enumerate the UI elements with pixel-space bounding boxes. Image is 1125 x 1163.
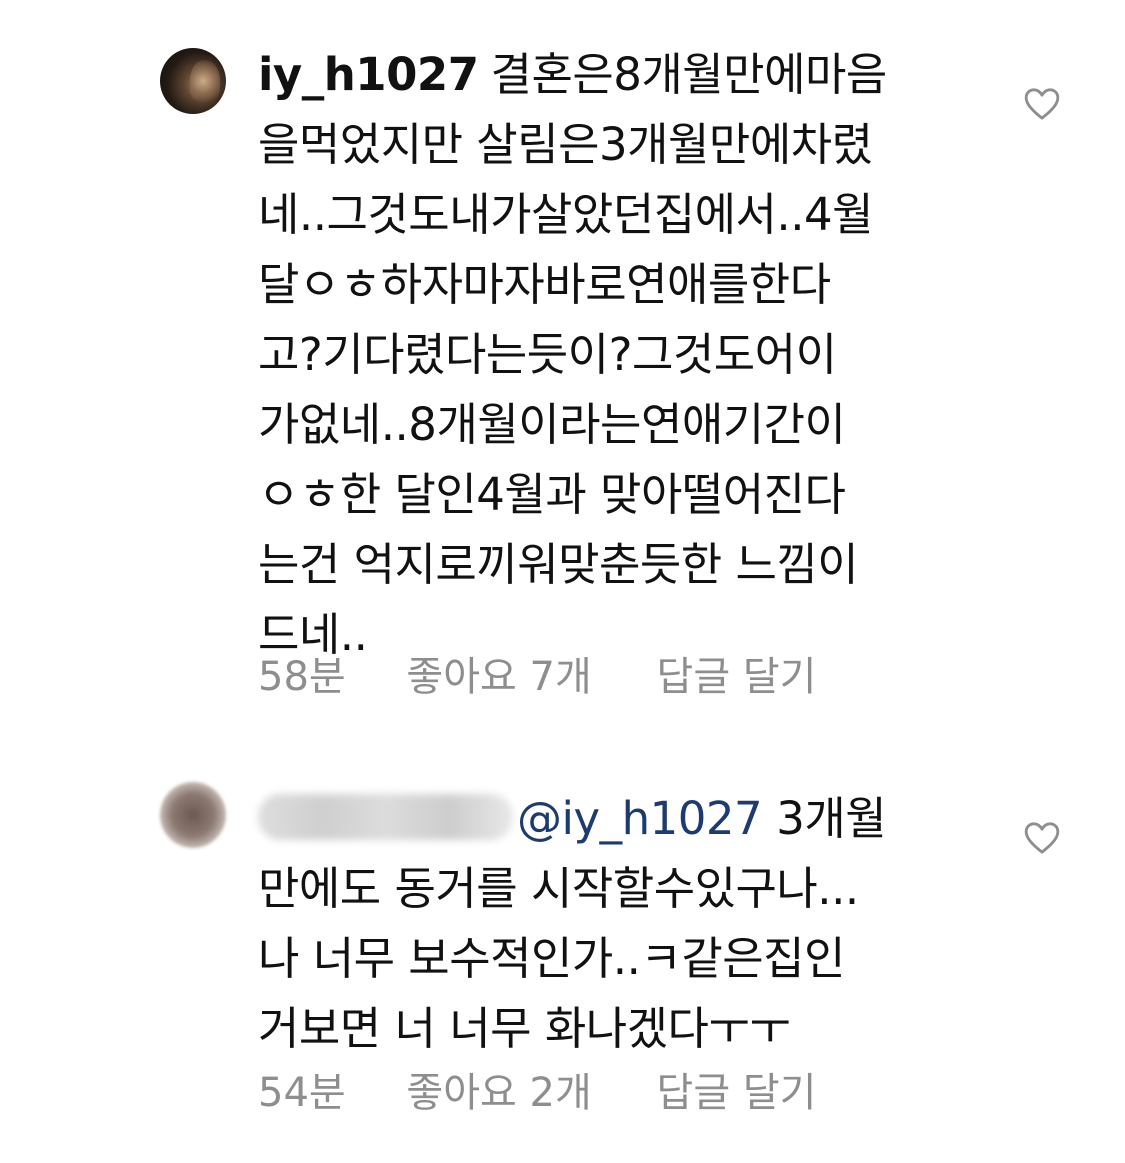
comment-body: @iy_h1027 3개월 만에도 동거를 시작할수있구나... 나 너무 보수적… — [258, 784, 958, 1064]
likes-count-link[interactable]: 좋아요 7개 — [406, 644, 591, 702]
heart-outline-icon[interactable] — [1022, 84, 1062, 124]
comment-line: 만에도 동거를 시작할수있구나... — [258, 862, 859, 915]
comment-meta: 54분 좋아요 2개 답글 달기 — [258, 1060, 816, 1118]
mention-link[interactable]: @iy_h1027 — [517, 792, 763, 845]
comment-username-blurred[interactable] — [258, 794, 513, 840]
comment-line: 는건 억지로끼워맞춘듯한 느낌이 — [258, 538, 859, 591]
comment-meta: 58분 좋아요 7개 답글 달기 — [258, 644, 816, 702]
heart-outline-icon[interactable] — [1022, 818, 1062, 858]
comment-line: 달ㅇㅎ하자마자바로연애를한다 — [258, 258, 831, 311]
comment-line: 거보면 너 너무 화나겠다ㅜㅜ — [258, 1002, 791, 1055]
comment-time: 54분 — [258, 1070, 346, 1116]
comment-line: ㅇㅎ한 달인4월과 맞아떨어진다 — [258, 468, 846, 521]
reply-button[interactable]: 답글 달기 — [657, 644, 817, 702]
comment-line: 네..그것도내가살았던집에서..4월 — [258, 188, 874, 241]
avatar[interactable] — [160, 782, 226, 848]
comment-time: 58분 — [258, 654, 346, 700]
comment-text: 결혼은8개월만에마음 — [490, 48, 888, 101]
avatar-photo — [190, 60, 220, 106]
comment-line: 고?기다렸다는듯이?그것도어이 — [258, 328, 837, 381]
comment-body: iy_h1027 결혼은8개월만에마음 을먹었지만 살림은3개월만에차렸 네..그… — [258, 40, 958, 670]
reply-button[interactable]: 답글 달기 — [657, 1060, 817, 1118]
comment-line: 을먹었지만 살림은3개월만에차렸 — [258, 118, 873, 171]
comment-line: @iy_h1027 3개월 — [258, 784, 958, 854]
comment-line: iy_h1027 결혼은8개월만에마음 — [258, 40, 958, 110]
comment-username[interactable]: iy_h1027 — [258, 48, 479, 101]
comment-text: 3개월 — [776, 792, 887, 845]
comment-line: 나 너무 보수적인가..ㅋ같은집인 — [258, 932, 845, 985]
avatar[interactable] — [160, 48, 226, 114]
likes-count-link[interactable]: 좋아요 2개 — [406, 1060, 591, 1118]
comment-line: 가없네..8개월이라는연애기간이 — [258, 398, 846, 451]
